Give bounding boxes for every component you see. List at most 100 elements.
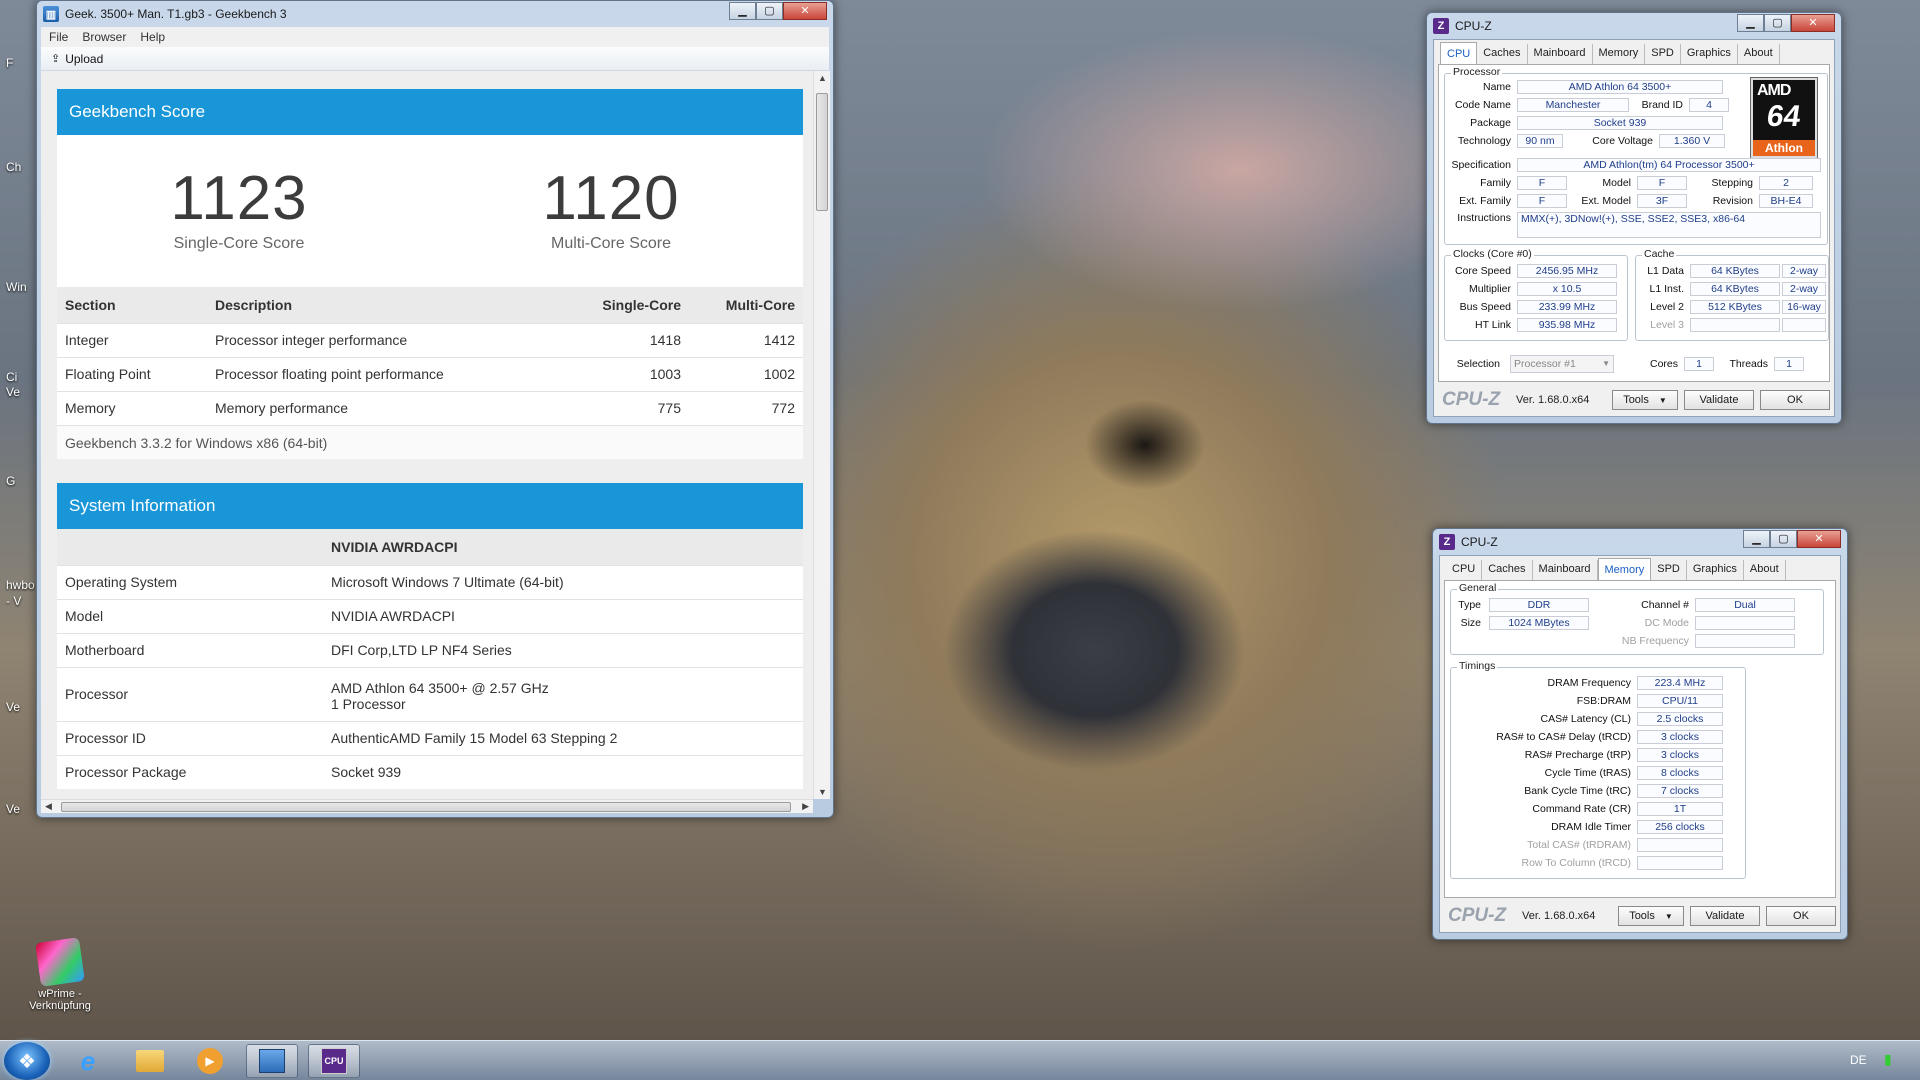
l2-label: Level 2	[1650, 301, 1684, 313]
channel-value: Dual	[1695, 598, 1795, 612]
scroll-right-icon[interactable]: ▶	[802, 801, 809, 812]
tab-memory[interactable]: Memory	[1593, 44, 1646, 64]
processor-select-value: Processor #1	[1514, 358, 1576, 370]
tools-button[interactable]: Tools ▼	[1612, 390, 1678, 410]
windows-logo-icon: ❖	[18, 1050, 36, 1073]
close-button[interactable]: ✕	[1797, 530, 1841, 548]
spec-value: AMD Athlon(tm) 64 Processor 3500+	[1517, 158, 1821, 172]
taskbar-media-player[interactable]: ▶	[184, 1044, 236, 1078]
tab-caches[interactable]: Caches	[1482, 560, 1533, 580]
timing-value	[1637, 856, 1723, 870]
tab-graphics[interactable]: Graphics	[1687, 560, 1744, 580]
vertical-scrollbar[interactable]: ▲ ▼	[813, 71, 830, 799]
taskbar-explorer[interactable]	[124, 1044, 176, 1078]
taskbar: ❖ e ▶ CPU DE ▮	[0, 1040, 1920, 1080]
network-tray-icon[interactable]: ▮	[1884, 1051, 1892, 1068]
vertical-scroll-thumb[interactable]	[816, 93, 828, 211]
sysinfo-key: Model	[57, 598, 323, 633]
processor-select[interactable]: Processor #1 ▼	[1510, 355, 1614, 373]
col-section: Section	[57, 287, 207, 323]
window-title: Geek. 3500+ Man. T1.gb3 - Geekbench 3	[65, 7, 287, 21]
maximize-button[interactable]: ▢	[756, 2, 783, 20]
tab-cpu[interactable]: CPU	[1440, 42, 1478, 64]
minimize-button[interactable]: ▁	[729, 2, 756, 20]
general-group-title: General	[1457, 582, 1499, 594]
family-label: Family	[1480, 177, 1511, 189]
upload-button[interactable]: Upload	[65, 52, 103, 66]
cpuz-memory-window: Z CPU-Z ▁ ▢ ✕ CPU Caches Mainboard Memor…	[1432, 528, 1848, 940]
tab-about[interactable]: About	[1738, 44, 1780, 64]
timing-label: Total CAS# (tRDRAM)	[1527, 839, 1631, 851]
maximize-button[interactable]: ▢	[1770, 530, 1797, 548]
tab-spd[interactable]: SPD	[1645, 44, 1681, 64]
minimize-button[interactable]: ▁	[1743, 530, 1770, 548]
desktop-icon-wprime[interactable]: wPrime - Verknüpfung	[18, 937, 102, 1012]
timing-value: 3 clocks	[1637, 748, 1723, 762]
start-button[interactable]: ❖	[4, 1042, 50, 1080]
sysinfo-value-cell: Microsoft Windows 7 Ultimate (64-bit)	[323, 564, 803, 599]
validate-button[interactable]: Validate	[1690, 906, 1760, 926]
extfamily-label: Ext. Family	[1459, 195, 1511, 207]
description-cell: Processor integer performance	[207, 322, 569, 357]
tab-graphics[interactable]: Graphics	[1681, 44, 1738, 64]
cpuz-tabs: CPU Caches Mainboard Memory SPD Graphics…	[1440, 42, 1780, 64]
scroll-down-icon[interactable]: ▼	[818, 787, 827, 797]
amd-logo-64: 64	[1764, 100, 1803, 133]
menu-browser[interactable]: Browser	[82, 30, 126, 44]
language-indicator[interactable]: DE	[1850, 1053, 1867, 1067]
type-label: Type	[1458, 599, 1481, 611]
timing-row: Bank Cycle Time (tRC) 7 clocks	[1451, 784, 1723, 798]
horizontal-scroll-thumb[interactable]	[61, 802, 791, 812]
description-cell: Memory performance	[207, 390, 569, 425]
sysinfo-value-secondary: 1 Processor	[331, 696, 406, 712]
tab-mainboard[interactable]: Mainboard	[1533, 560, 1598, 580]
cpuz-footer: CPU-Z Ver. 1.68.0.x64 Tools ▼ Validate OK	[1444, 904, 1836, 928]
tab-cpu[interactable]: CPU	[1446, 560, 1483, 580]
timing-row: Command Rate (CR) 1T	[1451, 802, 1723, 816]
tools-button[interactable]: Tools ▼	[1618, 906, 1684, 926]
minimize-button[interactable]: ▁	[1737, 14, 1764, 32]
corespeed-label: Core Speed	[1454, 265, 1511, 277]
maximize-button[interactable]: ▢	[1764, 14, 1791, 32]
ok-button[interactable]: OK	[1760, 390, 1830, 410]
close-button[interactable]: ✕	[1791, 14, 1835, 32]
timing-label: Bank Cycle Time (tRC)	[1524, 785, 1631, 797]
threads-label: Threads	[1729, 358, 1768, 370]
cores-label: Cores	[1649, 358, 1678, 370]
taskbar-cpuz[interactable]: CPU	[308, 1044, 360, 1078]
menu-file[interactable]: File	[49, 30, 68, 44]
l3-way	[1782, 318, 1826, 332]
cpu-name-value: AMD Athlon 64 3500+	[1517, 80, 1723, 94]
menu-bar: File Browser Help	[41, 27, 829, 47]
tab-memory[interactable]: Memory	[1597, 558, 1652, 580]
dcmode-label: DC Mode	[1644, 617, 1689, 629]
col-description: Description	[207, 287, 569, 323]
scroll-left-icon[interactable]: ◀	[45, 801, 52, 812]
ok-button[interactable]: OK	[1766, 906, 1836, 926]
scroll-up-icon[interactable]: ▲	[818, 73, 827, 83]
timing-row: DRAM Frequency 223.4 MHz	[1451, 676, 1723, 690]
menu-help[interactable]: Help	[140, 30, 165, 44]
horizontal-scrollbar[interactable]: ◀ ▶	[41, 799, 813, 813]
single-core-value: 1123	[170, 164, 308, 233]
multi-core-cell: 772	[689, 390, 803, 425]
geekbench-window: ▥ Geek. 3500+ Man. T1.gb3 - Geekbench 3 …	[36, 0, 834, 818]
tab-caches[interactable]: Caches	[1477, 44, 1528, 64]
sysinfo-card: System Information NVIDIA AWRDACPI Opera…	[57, 483, 803, 789]
timing-row: Cycle Time (tRAS) 8 clocks	[1451, 766, 1723, 780]
taskbar-internet-explorer[interactable]: e	[62, 1044, 114, 1078]
geekbench-titlebar[interactable]: ▥ Geek. 3500+ Man. T1.gb3 - Geekbench 3	[37, 1, 833, 27]
tab-spd[interactable]: SPD	[1651, 560, 1687, 580]
timing-value: 2.5 clocks	[1637, 712, 1723, 726]
close-button[interactable]: ✕	[783, 2, 827, 20]
taskbar-geekbench[interactable]	[246, 1044, 298, 1078]
corespeed-value: 2456.95 MHz	[1517, 264, 1617, 278]
technology-label: Technology	[1457, 135, 1511, 147]
tab-mainboard[interactable]: Mainboard	[1528, 44, 1593, 64]
sysinfo-value-cell: AMD Athlon 64 3500+ @ 2.57 GHz 1 Processo…	[323, 666, 803, 721]
threads-value: 1	[1774, 357, 1804, 371]
amd-logo-text: AMD	[1757, 82, 1791, 99]
validate-button[interactable]: Validate	[1684, 390, 1754, 410]
sysinfo-key: Operating System	[57, 564, 323, 599]
tab-about[interactable]: About	[1744, 560, 1786, 580]
